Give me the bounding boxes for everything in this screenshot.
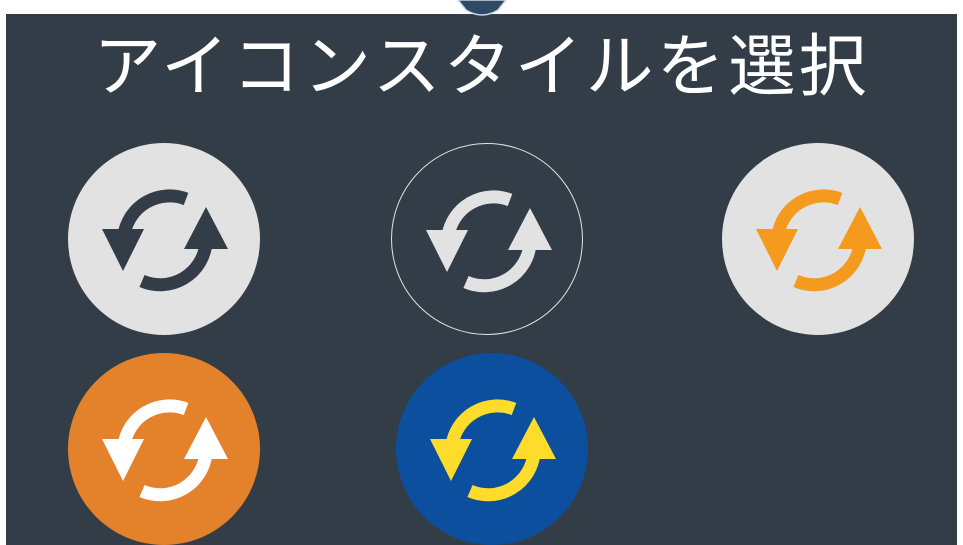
icon-style-option-2[interactable] (391, 143, 583, 335)
refresh-icon (430, 399, 556, 502)
refresh-icon (756, 189, 882, 292)
top-tab-decoration (457, 0, 507, 16)
icon-style-option-4[interactable] (68, 353, 260, 545)
icon-style-option-1[interactable] (68, 143, 260, 335)
page-title: アイコンスタイルを選択 (93, 28, 870, 107)
refresh-icon (102, 399, 228, 502)
refresh-icon (426, 190, 552, 293)
icon-style-option-5[interactable] (396, 353, 588, 545)
icon-style-option-3[interactable] (722, 143, 914, 335)
refresh-icon (102, 189, 228, 292)
